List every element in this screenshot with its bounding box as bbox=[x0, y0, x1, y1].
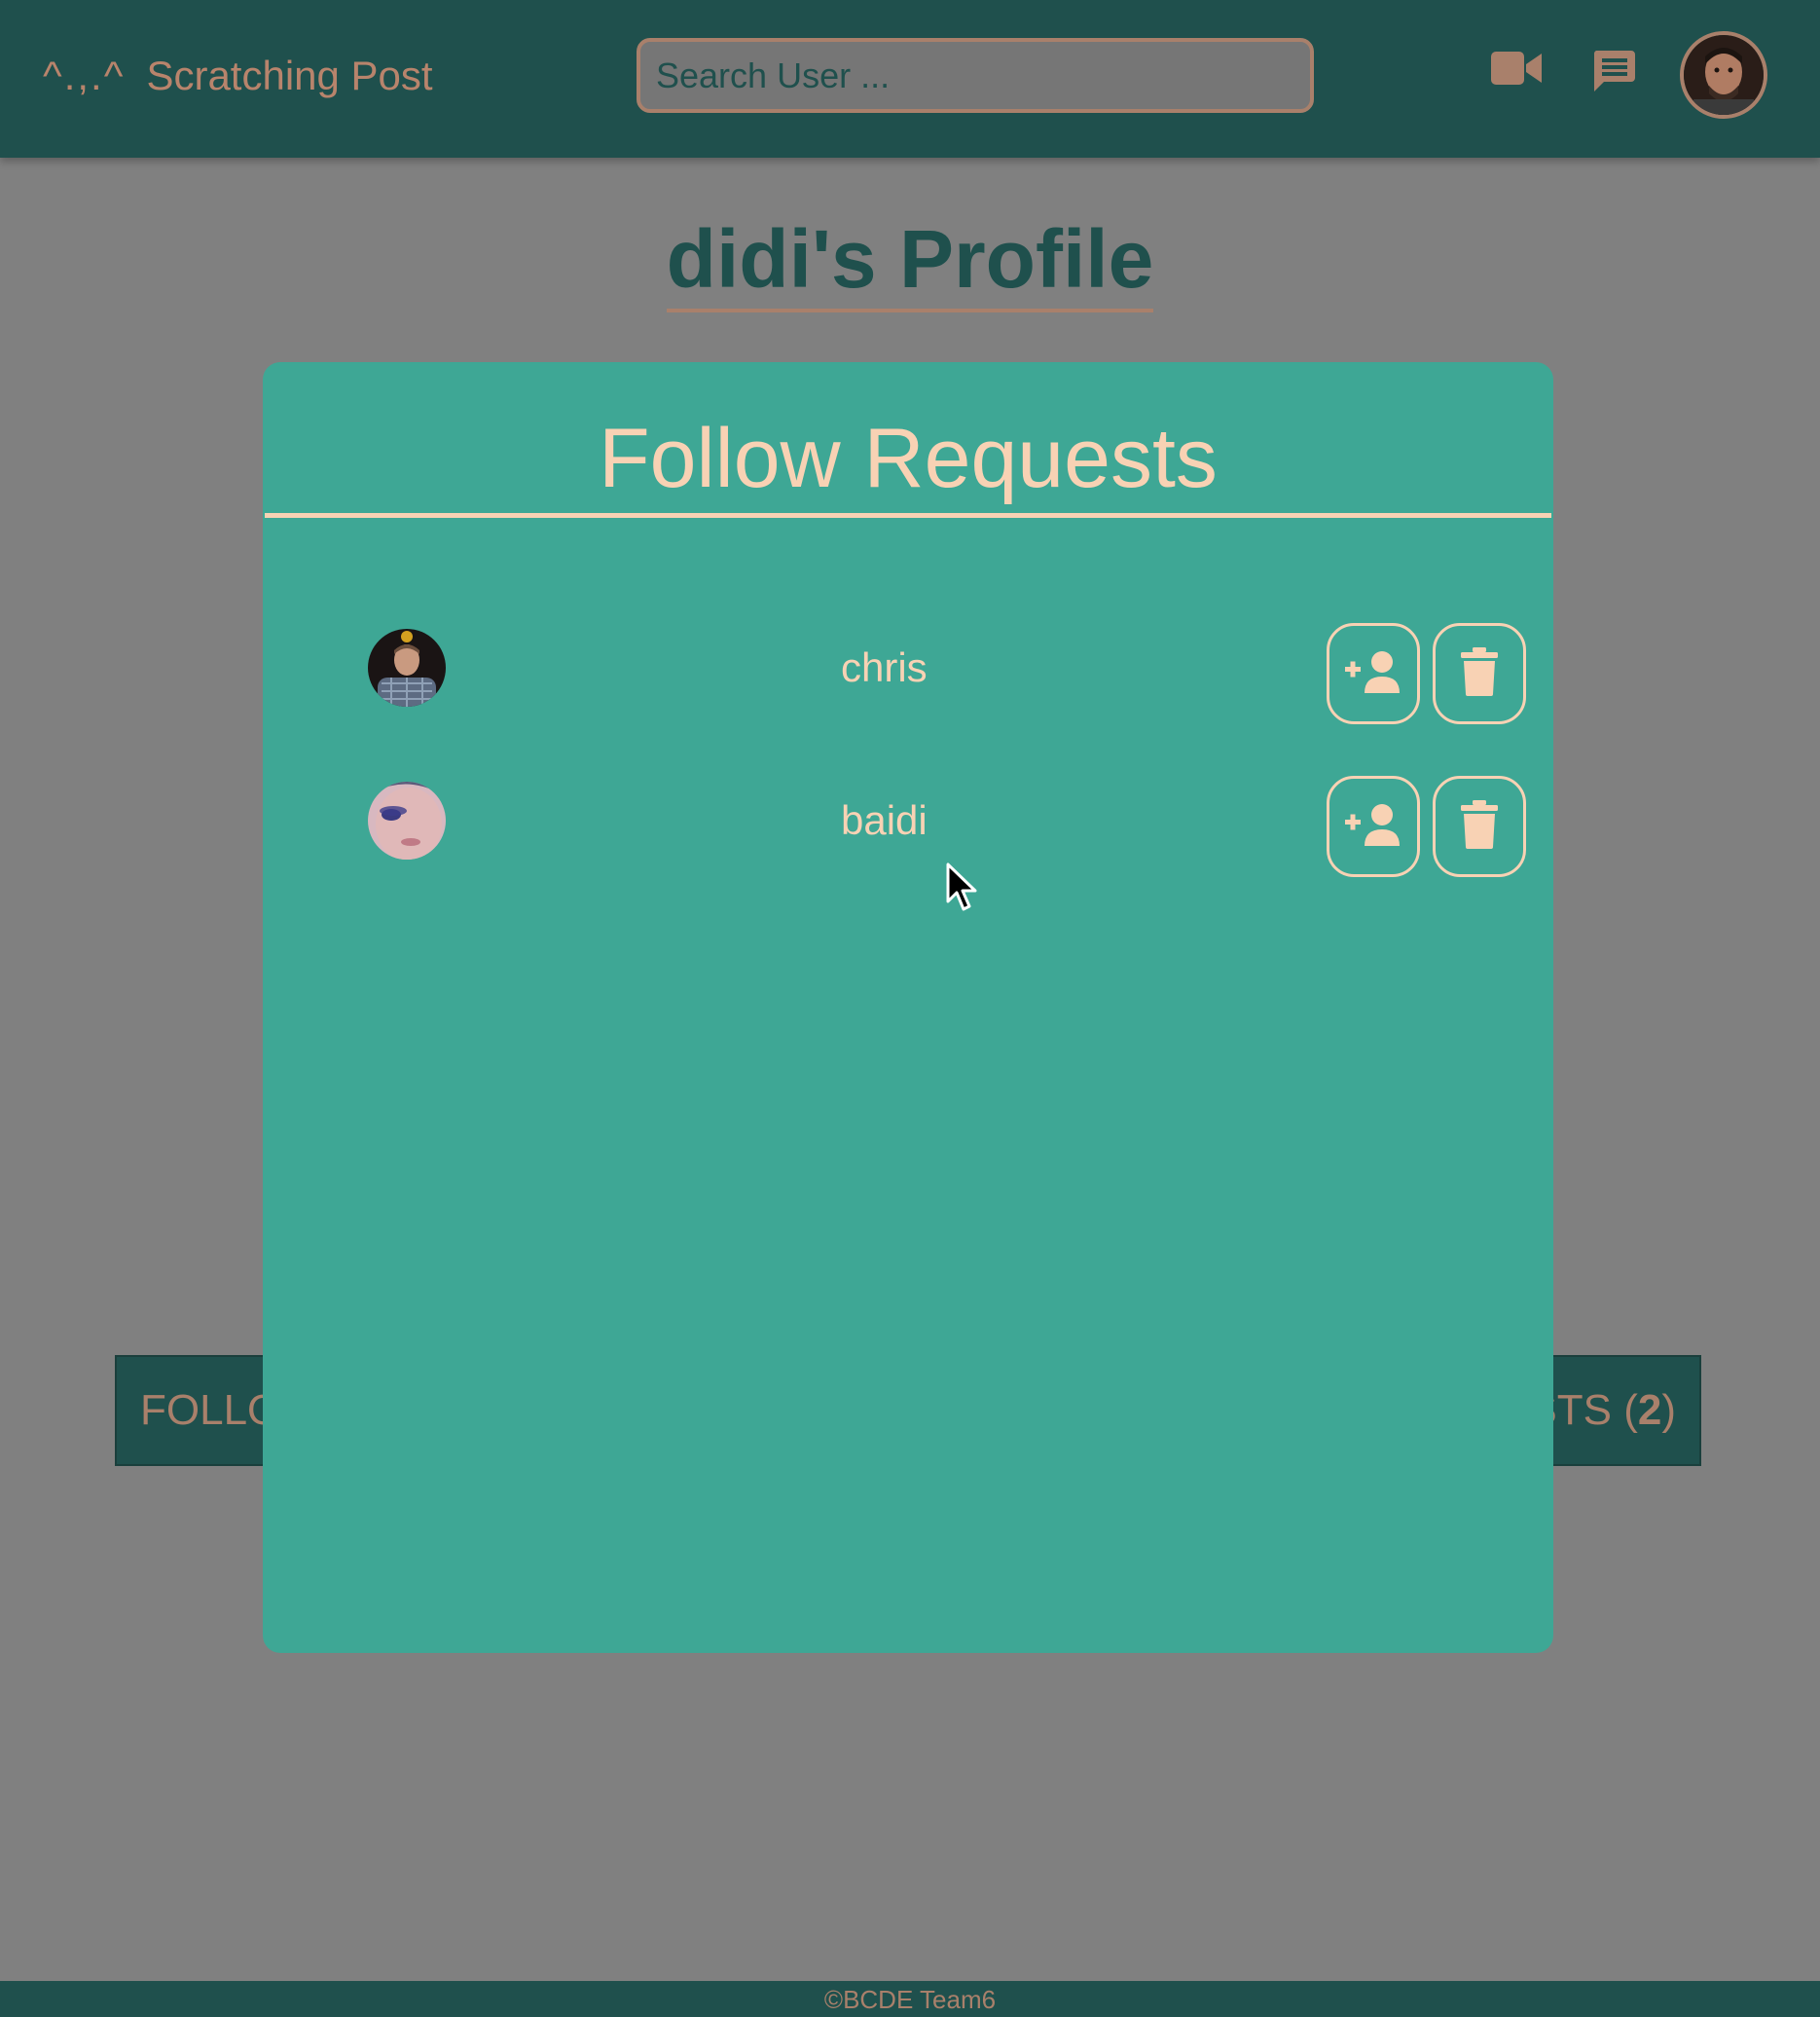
footer-text: ©BCDE Team6 bbox=[823, 1985, 997, 2014]
app-title: Scratching Post bbox=[146, 53, 433, 98]
requester-name: chris bbox=[841, 644, 928, 690]
follow-requests-modal: Follow Requests chris baidi bbox=[263, 362, 1553, 1653]
user-avatar[interactable] bbox=[1680, 31, 1767, 119]
add-user-icon bbox=[1343, 648, 1403, 700]
delete-request-button[interactable] bbox=[1433, 776, 1526, 877]
accept-request-button[interactable] bbox=[1327, 776, 1420, 877]
requester-avatar[interactable] bbox=[368, 629, 446, 707]
page-title-text: didi's Profile bbox=[666, 212, 1154, 312]
requests-button-label: STS ( bbox=[1549, 1386, 1638, 1434]
footer: ©BCDE Team6 bbox=[0, 1981, 1820, 2017]
video-camera-icon[interactable] bbox=[1491, 49, 1542, 92]
request-row: chris bbox=[263, 623, 1553, 724]
add-user-icon bbox=[1343, 801, 1403, 853]
modal-title: Follow Requests bbox=[599, 412, 1218, 505]
top-navbar: ^.,.^ Scratching Post bbox=[0, 0, 1820, 158]
requests-button[interactable]: STS (2) bbox=[1547, 1355, 1701, 1466]
requests-button-label-end: ) bbox=[1661, 1386, 1676, 1434]
requester-avatar[interactable] bbox=[368, 782, 446, 860]
chat-icon[interactable] bbox=[1592, 49, 1635, 96]
accept-request-button[interactable] bbox=[1327, 623, 1420, 724]
followers-button-label: FOLLO bbox=[140, 1386, 267, 1434]
trash-icon bbox=[1460, 799, 1499, 854]
requests-count: 2 bbox=[1637, 1386, 1662, 1434]
page-title: didi's Profile bbox=[0, 212, 1820, 312]
delete-request-button[interactable] bbox=[1433, 623, 1526, 724]
requester-name: baidi bbox=[841, 797, 928, 843]
search-input[interactable] bbox=[637, 38, 1314, 113]
followers-button[interactable]: FOLLO bbox=[115, 1355, 267, 1466]
logo-mark: ^.,.^ bbox=[43, 53, 126, 98]
modal-divider bbox=[265, 513, 1551, 518]
trash-icon bbox=[1460, 646, 1499, 701]
request-row: baidi bbox=[263, 776, 1553, 877]
mouse-cursor-icon bbox=[946, 862, 979, 918]
app-logo[interactable]: ^.,.^ Scratching Post bbox=[43, 45, 433, 107]
